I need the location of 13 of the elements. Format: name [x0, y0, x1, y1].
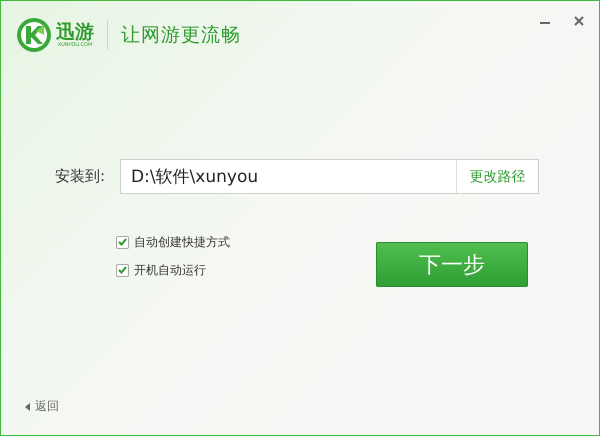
left-triangle-icon: [25, 402, 30, 410]
checkbox-label: 开机自动运行: [134, 262, 206, 278]
checkbox[interactable]: [116, 264, 129, 276]
brand-name: 迅游: [56, 22, 94, 42]
slogan: 让网游更流畅: [121, 23, 241, 48]
back-link[interactable]: 返回: [1, 398, 599, 435]
checkbox[interactable]: [116, 236, 129, 248]
logo-icon: [16, 17, 52, 53]
install-label: 安装到:: [55, 167, 106, 186]
checkbox-label: 自动创建快捷方式: [134, 234, 230, 250]
close-icon[interactable]: [573, 15, 585, 27]
path-field[interactable]: D:\软件\xunyou 更改路径: [120, 159, 539, 194]
next-button[interactable]: 下一步: [376, 242, 528, 287]
